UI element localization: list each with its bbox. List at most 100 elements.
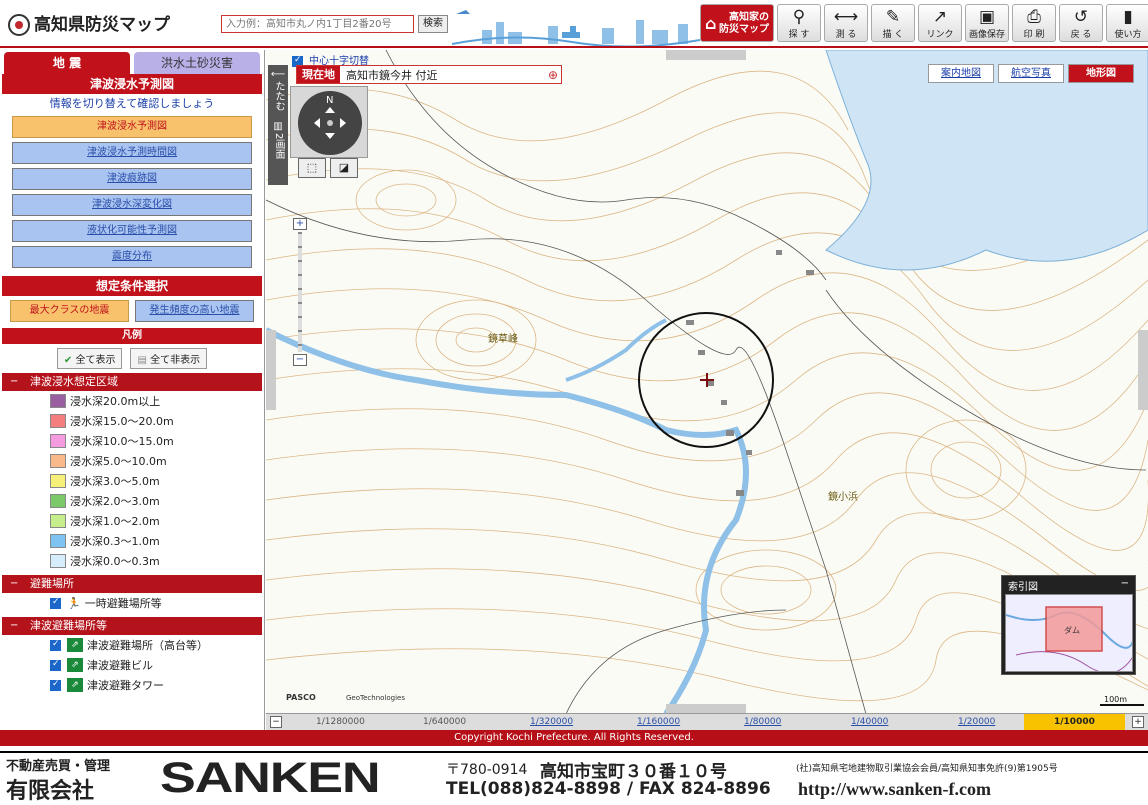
target-icon[interactable]: ⊕ [548, 68, 558, 82]
scale-minus-button[interactable]: − [270, 716, 282, 728]
frequent-earthquake-button[interactable]: 発生頻度の高い地震 [135, 300, 254, 322]
scale-option[interactable]: 1/1280000 [316, 717, 365, 727]
toolbar-button-help[interactable]: ▮ 使い方 [1106, 4, 1148, 42]
header: 高知県防災マップ 検索 ⌂高知家の 防災マップ ⚲ 探 す ⟷ 測 る ✎ 描 く ↗ リンク ▣… [0, 0, 1148, 48]
ad-company: 有限会社 [6, 779, 95, 804]
map-type-button[interactable]: 震度分布 [12, 246, 252, 268]
fold-panel-button[interactable]: ⟵ たたむ [268, 69, 288, 115]
search-button[interactable]: 検索 [418, 15, 448, 33]
app-logo[interactable]: 高知県防災マップ [8, 10, 170, 36]
scale-option[interactable]: 1/10000 [1024, 714, 1125, 730]
toolbar-button-save[interactable]: ▣ 画像保存 [965, 4, 1009, 42]
arrow-left-icon: ⟵ [270, 69, 286, 80]
toolbar-label: 探 す [788, 30, 810, 40]
tab-guide-map[interactable]: 案内地図 [928, 64, 994, 83]
scale-selector: − 1/1280000 1/640000 1/320000 1/160000 1/800… [266, 713, 1148, 730]
copyright-bar: Copyright Kochi Prefecture. All Rights R… [0, 730, 1148, 746]
legend-depth-item: 浸水深2.0～3.0m [50, 491, 264, 511]
legend-category-tsunami-area[interactable]: 津波浸水想定区域 [2, 373, 262, 391]
undo-icon: ↺ [1073, 7, 1089, 27]
pan-up-handle[interactable] [666, 50, 746, 60]
minimap-dam-label: ダム [1064, 625, 1080, 635]
depth-label: 浸水深3.0～5.0m [70, 475, 160, 488]
shelter-checkbox[interactable] [50, 639, 61, 651]
map-type-button[interactable]: 津波浸水予測図 [12, 116, 252, 138]
scale-option[interactable]: 1/40000 [851, 717, 888, 727]
legend-category-evacuation-site[interactable]: 避難場所 [2, 575, 262, 593]
legend-depth-item: 浸水深1.0～2.0m [50, 511, 264, 531]
scale-option[interactable]: 1/20000 [958, 717, 995, 727]
shelter-checkbox[interactable] [50, 679, 61, 691]
split-view-button[interactable]: ▥ 2画面 [268, 121, 288, 163]
depth-label: 浸水深0.0～0.3m [70, 555, 160, 568]
ad-association: (社)高知県宅地建物取引業協会会員/高知県知事免許(9)第1905号 [796, 764, 1058, 774]
section-title: 津波浸水予測図 [2, 74, 262, 94]
save-icon: ▣ [978, 7, 996, 27]
tab-aerial-photo[interactable]: 航空写真 [998, 64, 1064, 83]
app-title: 高知県防災マップ [34, 15, 170, 35]
toolbar-button-home[interactable]: ⌂ 高知家の 防災マップ [700, 4, 774, 42]
depth-label: 浸水深0.3～1.0m [70, 535, 160, 548]
toolbar-button-ruler[interactable]: ⟷ 測 る [824, 4, 868, 42]
advertisement-banner[interactable]: 不動産売買・管理 有限会社 SANKEN 〒780-0914 高知市宝町３０番１… [0, 751, 1148, 804]
legend-shelter-item: ⇗ 津波避難タワー [50, 675, 264, 695]
index-minimap: 索引図 − ダム [1001, 575, 1136, 675]
printer-icon: ⎙ [1027, 7, 1041, 27]
scale-option[interactable]: 1/160000 [637, 717, 680, 727]
map-type-button[interactable]: 津波浸水予測時間図 [12, 142, 252, 164]
depth-color-swatch [50, 514, 66, 528]
toolbar-button-printer[interactable]: ⎙ 印 刷 [1012, 4, 1056, 42]
depth-color-swatch [50, 534, 66, 548]
hide-all-label: 全て非表示 [150, 355, 201, 366]
toolbar-label: 使い方 [1114, 30, 1142, 40]
tab-earthquake[interactable]: 地 震 [4, 52, 130, 74]
show-all-button[interactable]: ✔ 全て表示 [56, 348, 123, 369]
max-class-earthquake-button[interactable]: 最大クラスの地震 [10, 300, 129, 322]
shelter-checkbox[interactable] [50, 597, 61, 609]
zoom-slider[interactable]: + − [293, 218, 307, 376]
pan-left-handle[interactable] [266, 330, 276, 410]
logo-icon [8, 14, 30, 36]
map-type-button[interactable]: 液状化可能性予測図 [12, 220, 252, 242]
scale-plus-button[interactable]: + [1132, 716, 1144, 728]
toolbar-button-magnifier[interactable]: ⚲ 探 す [777, 4, 821, 42]
scale-option[interactable]: 1/640000 [423, 717, 466, 727]
address-search-input[interactable] [221, 15, 414, 33]
toolbar-button-link[interactable]: ↗ リンク [918, 4, 962, 42]
depth-label: 浸水深1.0～2.0m [70, 515, 160, 528]
legend-category-tsunami-evacuation[interactable]: 津波避難場所等 [2, 617, 262, 635]
split-label: 2画面 [273, 133, 284, 160]
tab-flood-landslide[interactable]: 洪水土砂災害 [134, 52, 260, 74]
shelter-checkbox[interactable] [50, 659, 61, 671]
side-panel-controls: ⟵ たたむ ▥ 2画面 [268, 65, 288, 185]
pan-right-handle[interactable] [1138, 330, 1148, 410]
map-type-button[interactable]: 津波痕跡図 [12, 168, 252, 190]
map-type-button[interactable]: 津波浸水深変化図 [12, 194, 252, 216]
zoom-in-button[interactable]: + [293, 218, 307, 230]
legend-depth-item: 浸水深0.0～0.3m [50, 551, 264, 571]
scale-option[interactable]: 1/320000 [530, 717, 573, 727]
help-icon: ▮ [1123, 7, 1133, 27]
tsunami-shelter-icon: ⇗ [67, 638, 83, 652]
ad-url[interactable]: http://www.sanken-f.com [798, 779, 991, 800]
minimap-canvas[interactable]: ダム [1005, 594, 1133, 672]
minimize-icon[interactable]: − [1121, 578, 1129, 589]
depth-label: 浸水深5.0～10.0m [70, 455, 167, 468]
ruler-icon: ⟷ [833, 7, 859, 27]
toolbar-button-undo[interactable]: ↺ 戻 る [1059, 4, 1103, 42]
current-location-tag: 現在地 [297, 66, 340, 83]
toolbar-label: 印 刷 [1023, 30, 1045, 40]
zoom-box-icon[interactable]: ⬚ [298, 158, 326, 178]
tab-topographic-map[interactable]: 地形図 [1068, 64, 1134, 83]
zoom-out-button[interactable]: − [293, 354, 307, 366]
depth-label: 浸水深2.0～3.0m [70, 495, 160, 508]
toolbar-button-paint[interactable]: ✎ 描 く [871, 4, 915, 42]
tsunami-shelter-icon: ⇗ [67, 658, 83, 672]
hide-all-button[interactable]: ▤ 全て非表示 [130, 348, 208, 369]
depth-color-swatch [50, 554, 66, 568]
minimap-title: 索引図 [1008, 582, 1038, 593]
navigation-control: N [290, 86, 368, 158]
scale-option[interactable]: 1/80000 [744, 717, 781, 727]
measure-box-icon[interactable]: ◪ [330, 158, 358, 178]
shelter-label: 津波避難場所（高台等） [87, 639, 208, 652]
